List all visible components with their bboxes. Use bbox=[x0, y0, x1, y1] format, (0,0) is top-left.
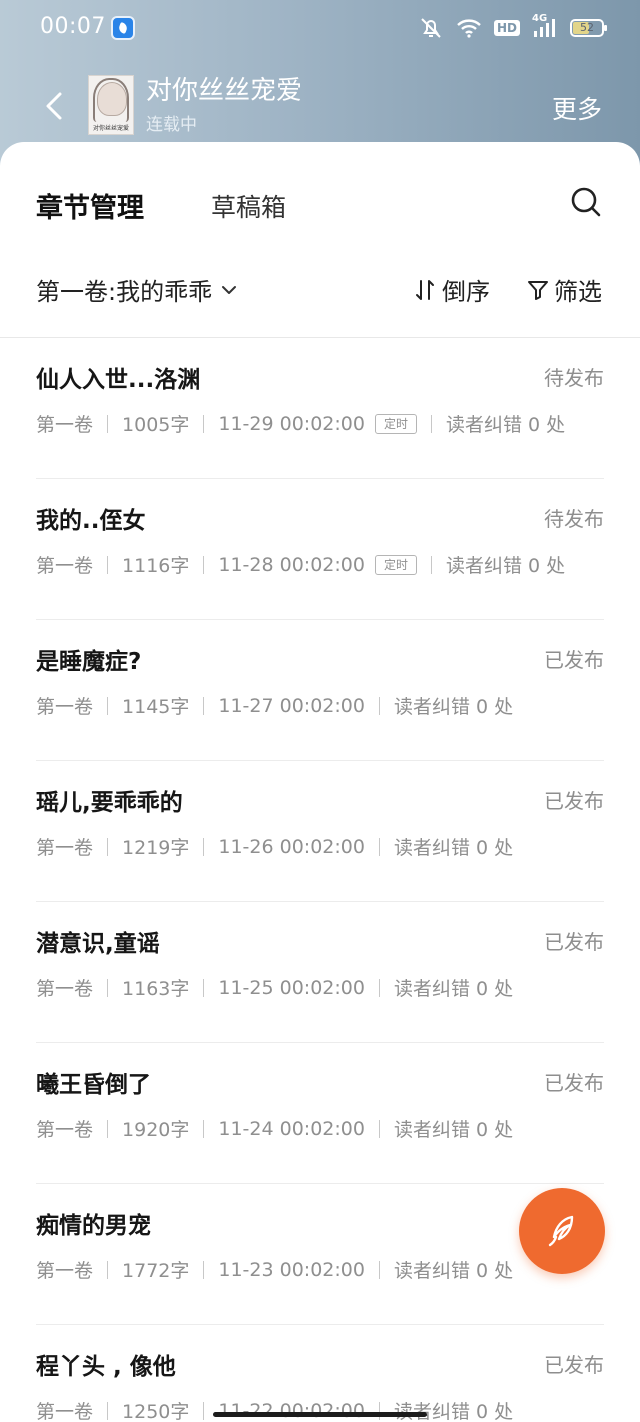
sort-label: 倒序 bbox=[442, 278, 490, 306]
search-icon bbox=[571, 187, 601, 217]
volume-selector[interactable]: 第一卷:我的乖乖 bbox=[36, 272, 238, 307]
chapter-words: 1219字 bbox=[122, 837, 190, 859]
chapter-meta: 第一卷 1219字 11-26 00:02:00 读者纠错 0 处 bbox=[36, 833, 513, 860]
chapter-words: 1116字 bbox=[122, 555, 190, 577]
chapter-time: 11-23 00:02:00 bbox=[218, 1258, 365, 1281]
chapter-title: 仙人入世...洛渊 bbox=[36, 367, 201, 393]
chapter-status: 待发布 bbox=[544, 366, 604, 390]
chevron-left-icon bbox=[46, 92, 62, 120]
chapter-meta: 第一卷 1163字 11-25 00:02:00 读者纠错 0 处 bbox=[36, 974, 513, 1001]
chapter-errors: 读者纠错 0 处 bbox=[393, 837, 514, 859]
chapter-errors: 读者纠错 0 处 bbox=[445, 555, 566, 577]
chapter-status: 已发布 bbox=[544, 789, 604, 813]
chapter-title: 是睡魔症? bbox=[36, 649, 142, 675]
chapter-meta: 第一卷 1250字 11-22 00:02:00 读者纠错 0 处 bbox=[36, 1397, 513, 1422]
chapter-time: 11-27 00:02:00 bbox=[218, 694, 365, 717]
sort-arrows-icon bbox=[416, 279, 434, 300]
status-time: 00:07 bbox=[40, 14, 106, 39]
chapter-time: 11-28 00:02:00 bbox=[218, 553, 365, 576]
chapter-time: 11-22 00:02:00 bbox=[218, 1399, 365, 1422]
chapter-status: 待发布 bbox=[544, 507, 604, 531]
chapter-row[interactable]: 是睡魔症? 已发布 第一卷 1145字 11-27 00:02:00 读者纠错 … bbox=[0, 620, 640, 761]
home-indicator[interactable] bbox=[213, 1412, 427, 1417]
battery-icon: 52 bbox=[570, 19, 607, 37]
chapter-title: 痴情的男宠 bbox=[36, 1213, 151, 1239]
chapter-errors: 读者纠错 0 处 bbox=[445, 414, 566, 436]
chapter-title: 瑶儿,要乖乖的 bbox=[36, 790, 183, 816]
chapter-meta: 第一卷 1116字 11-28 00:02:00 定时 读者纠错 0 处 bbox=[36, 551, 565, 578]
chapter-status: 已发布 bbox=[544, 1353, 604, 1377]
volume-label: 第一卷:我的乖乖 bbox=[36, 278, 213, 306]
chapter-title: 我的..侄女 bbox=[36, 508, 146, 534]
tab-chapter-manage[interactable]: 章节管理 bbox=[36, 186, 144, 225]
chapter-words: 1145字 bbox=[122, 696, 190, 718]
chapter-row[interactable]: 曦王昏倒了 已发布 第一卷 1920字 11-24 00:02:00 读者纠错 … bbox=[0, 1043, 640, 1184]
chapter-words: 1920字 bbox=[122, 1119, 190, 1141]
chapter-time: 11-25 00:02:00 bbox=[218, 976, 365, 999]
tab-drafts[interactable]: 草稿箱 bbox=[211, 188, 286, 224]
back-button[interactable] bbox=[36, 86, 76, 126]
wifi-icon bbox=[456, 17, 482, 39]
chapter-title: 程丫头 , 像他 bbox=[36, 1354, 176, 1380]
mute-bell-icon bbox=[418, 16, 444, 40]
chapter-volume: 第一卷 bbox=[36, 978, 94, 1000]
chapter-status: 已发布 bbox=[544, 930, 604, 954]
chapter-volume: 第一卷 bbox=[36, 414, 94, 436]
chapter-row[interactable]: 潜意识,童谣 已发布 第一卷 1163字 11-25 00:02:00 读者纠错… bbox=[0, 902, 640, 1043]
filter-button[interactable]: 筛选 bbox=[526, 272, 602, 307]
chapter-time: 11-24 00:02:00 bbox=[218, 1117, 365, 1140]
chapter-volume: 第一卷 bbox=[36, 1260, 94, 1282]
chapter-meta: 第一卷 1005字 11-29 00:02:00 定时 读者纠错 0 处 bbox=[36, 410, 565, 437]
chapter-volume: 第一卷 bbox=[36, 1119, 94, 1141]
chapter-volume: 第一卷 bbox=[36, 555, 94, 577]
sort-button[interactable]: 倒序 bbox=[414, 272, 490, 307]
scheduled-tag: 定时 bbox=[374, 554, 417, 575]
book-title: 对你丝丝宠爱 bbox=[146, 76, 303, 106]
scheduled-tag: 定时 bbox=[374, 413, 417, 434]
signal-icon: 4G bbox=[532, 13, 558, 39]
chapter-meta: 第一卷 1920字 11-24 00:02:00 读者纠错 0 处 bbox=[36, 1115, 513, 1142]
book-status: 连载中 bbox=[146, 115, 197, 135]
status-icons: HD 4G 52 bbox=[418, 13, 607, 42]
chapter-status: 已发布 bbox=[544, 1071, 604, 1095]
chapter-words: 1250字 bbox=[122, 1401, 190, 1422]
chapter-meta: 第一卷 1772字 11-23 00:02:00 读者纠错 0 处 bbox=[36, 1256, 513, 1283]
chapter-row[interactable]: 我的..侄女 待发布 第一卷 1116字 11-28 00:02:00 定时 读… bbox=[0, 479, 640, 620]
status-bar: 00:07 HD 4G 52 bbox=[0, 0, 640, 56]
cover-caption: 对你丝丝宠爱 bbox=[92, 125, 129, 132]
chapter-volume: 第一卷 bbox=[36, 1401, 94, 1422]
chapter-errors: 读者纠错 0 处 bbox=[393, 1401, 514, 1422]
chapter-words: 1772字 bbox=[122, 1260, 190, 1282]
chapter-words: 1163字 bbox=[122, 978, 190, 1000]
chapter-time: 11-29 00:02:00 bbox=[218, 412, 365, 435]
chapter-errors: 读者纠错 0 处 bbox=[393, 696, 514, 718]
more-button[interactable]: 更多 bbox=[552, 90, 602, 126]
chapter-words: 1005字 bbox=[122, 414, 190, 436]
filter-label: 筛选 bbox=[554, 278, 602, 306]
chapter-row[interactable]: 仙人入世...洛渊 待发布 第一卷 1005字 11-29 00:02:00 定… bbox=[0, 338, 640, 479]
chapter-volume: 第一卷 bbox=[36, 696, 94, 718]
quill-pen-icon bbox=[548, 1215, 574, 1247]
chapter-meta: 第一卷 1145字 11-27 00:02:00 读者纠错 0 处 bbox=[36, 692, 513, 719]
book-cover[interactable]: 对你丝丝宠爱 bbox=[88, 75, 134, 135]
write-chapter-button[interactable] bbox=[519, 1188, 605, 1274]
chapter-title: 潜意识,童谣 bbox=[36, 931, 160, 957]
chapter-title: 曦王昏倒了 bbox=[36, 1072, 151, 1098]
chapter-errors: 读者纠错 0 处 bbox=[393, 978, 514, 1000]
chapter-time: 11-26 00:02:00 bbox=[218, 835, 365, 858]
funnel-icon bbox=[528, 280, 548, 300]
battery-level: 52 bbox=[580, 21, 594, 34]
chevron-down-icon bbox=[222, 285, 237, 294]
hd-badge: HD bbox=[493, 20, 520, 36]
chapter-volume: 第一卷 bbox=[36, 837, 94, 859]
chapter-errors: 读者纠错 0 处 bbox=[393, 1119, 514, 1141]
notification-app-icon bbox=[111, 16, 135, 40]
network-type: 4G bbox=[532, 13, 548, 24]
search-button[interactable] bbox=[570, 186, 602, 218]
chapter-status: 已发布 bbox=[544, 648, 604, 672]
chapter-errors: 读者纠错 0 处 bbox=[393, 1260, 514, 1282]
chapter-row[interactable]: 程丫头 , 像他 已发布 第一卷 1250字 11-22 00:02:00 读者… bbox=[0, 1325, 640, 1422]
chapter-row[interactable]: 瑶儿,要乖乖的 已发布 第一卷 1219字 11-26 00:02:00 读者纠… bbox=[0, 761, 640, 902]
